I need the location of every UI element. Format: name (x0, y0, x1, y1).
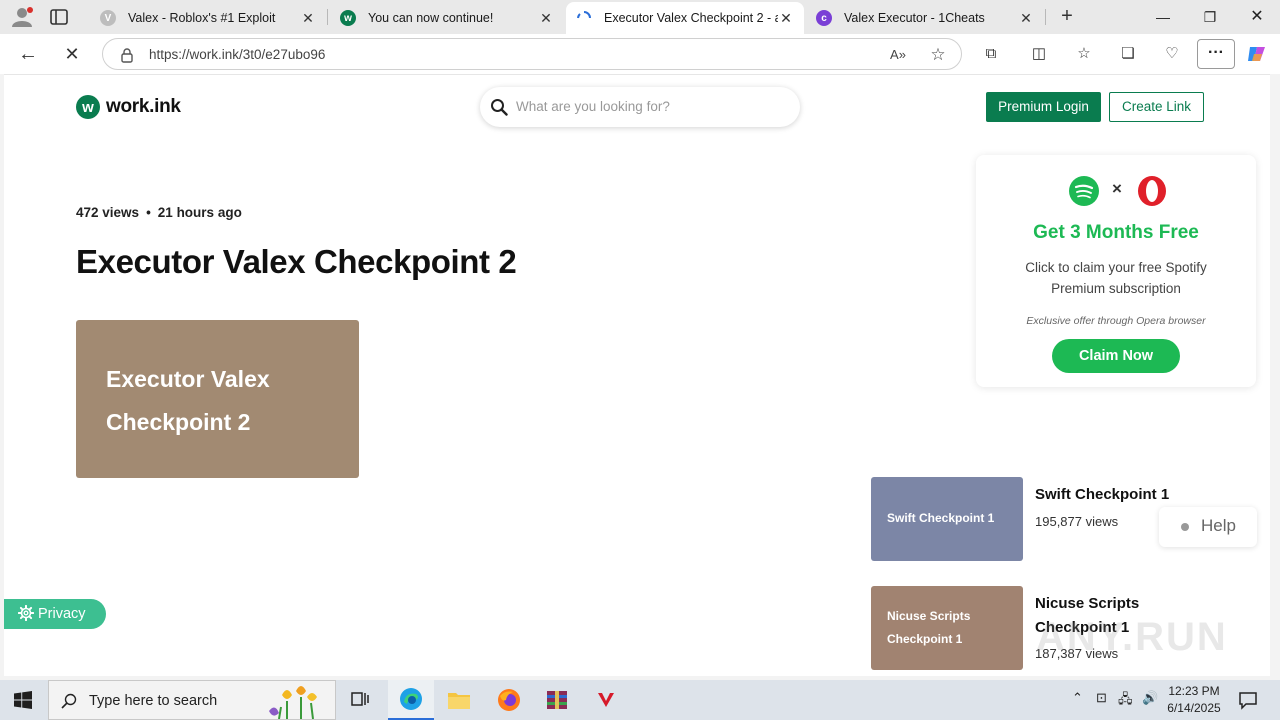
related-title[interactable]: Swift Checkpoint 1 (1035, 483, 1195, 507)
post-meta: 472 views • 21 hours ago (76, 205, 242, 220)
claim-now-button[interactable]: Claim Now (1052, 339, 1180, 373)
post-age: 21 hours ago (157, 205, 242, 220)
url-text[interactable]: https://work.ink/3t0/e27ubo96 (149, 47, 325, 62)
tab-title: Executor Valex Checkpoint 2 - at w (604, 11, 778, 25)
tab-executor-checkpoint[interactable]: Executor Valex Checkpoint 2 - at w ✕ (566, 2, 804, 34)
tab-title: You can now continue! (368, 11, 494, 25)
close-window-button[interactable]: ✕ (1246, 6, 1268, 28)
minimize-button[interactable]: — (1152, 6, 1174, 28)
favorite-star-icon[interactable]: ☆ (929, 46, 947, 64)
web-page: w work.ink What are you looking for? Pre… (4, 74, 1270, 676)
tab-title: Valex - Roblox's #1 Exploit (128, 11, 276, 25)
site-logo[interactable]: w work.ink (76, 95, 181, 119)
settings-more-button[interactable]: ··· (1197, 39, 1235, 69)
address-bar[interactable]: https://work.ink/3t0/e27ubo96 A» ☆ (102, 38, 962, 70)
browser-essentials-icon[interactable]: ♡ (1161, 43, 1183, 65)
view-count: 472 views (76, 205, 140, 220)
related-views: 195,877 views (1035, 514, 1119, 529)
tab-strip: V Valex - Roblox's #1 Exploit ✕ w You ca… (0, 0, 1280, 34)
tab-title: Valex Executor - 1Cheats (844, 11, 985, 25)
windows-start-icon[interactable] (14, 691, 32, 709)
file-explorer-icon[interactable] (436, 680, 482, 720)
clock-date: 6/14/2025 (1167, 701, 1221, 715)
taskbar: Type here to search ⌃ ⊡ 🖧 🔊 12:23 PM 6/1… (0, 680, 1280, 720)
valex-taskbar-icon[interactable] (583, 680, 629, 720)
tab-valex-exploit[interactable]: V Valex - Roblox's #1 Exploit ✕ (90, 2, 326, 34)
navigation-bar: ← ✕ https://work.ink/3t0/e27ubo96 A» ☆ ⧉… (0, 34, 1280, 74)
help-status-dot (1181, 523, 1189, 531)
tulips-decoration-icon (269, 686, 317, 719)
ad-body: Click to claim your free Spotify Premium… (1025, 260, 1207, 296)
help-button[interactable]: Help (1159, 507, 1257, 547)
restore-button[interactable]: ❐ (1199, 6, 1221, 28)
related-thumbnail[interactable]: Swift Checkpoint 1 (871, 477, 1023, 561)
post-thumbnail: Executor Valex Checkpoint 2 (76, 320, 359, 478)
tab-actions-icon[interactable] (48, 8, 72, 26)
show-hidden-icons[interactable]: ⌃ (1072, 690, 1083, 706)
taskbar-search-input[interactable]: Type here to search (48, 680, 336, 720)
page-title: Executor Valex Checkpoint 2 (76, 243, 517, 280)
premium-login-button[interactable]: Premium Login (986, 92, 1101, 122)
valex-favicon: V (100, 10, 116, 26)
extensions-icon[interactable]: ⧉ (980, 43, 1002, 65)
privacy-button[interactable]: Privacy (4, 599, 106, 629)
tab-continue[interactable]: w You can now continue! ✕ (330, 2, 564, 34)
site-info-icon[interactable] (119, 47, 135, 63)
back-button[interactable]: ← (16, 42, 40, 66)
logo-text: work.ink (106, 96, 181, 117)
edge-taskbar-icon[interactable] (388, 680, 434, 720)
split-screen-icon[interactable]: ◫ (1028, 43, 1050, 65)
workink-favicon: w (340, 10, 356, 26)
1cheats-favicon: c (816, 10, 832, 26)
help-label: Help (1201, 516, 1236, 535)
create-link-button[interactable]: Create Link (1109, 92, 1204, 122)
search-icon (61, 693, 77, 709)
workink-logo-icon: w (76, 95, 100, 119)
loading-spinner-icon (577, 11, 591, 19)
winrar-icon[interactable] (534, 680, 580, 720)
anyrun-watermark: ANY.RUN (1036, 615, 1228, 659)
meta-separator: • (146, 205, 151, 220)
copilot-icon[interactable] (1246, 43, 1268, 65)
privacy-label: Privacy (38, 606, 86, 622)
close-tab-icon[interactable]: ✕ (778, 10, 794, 27)
notifications-icon[interactable] (1238, 690, 1258, 710)
taskbar-search-text: Type here to search (89, 693, 218, 709)
tab-1cheats[interactable]: c Valex Executor - 1Cheats ✕ (806, 2, 1044, 34)
close-tab-icon[interactable]: ✕ (300, 10, 316, 27)
read-aloud-icon[interactable]: A» (889, 46, 907, 64)
gear-icon (18, 605, 34, 621)
opera-icon (1138, 176, 1166, 206)
task-view-icon[interactable] (337, 680, 383, 720)
network-icon[interactable]: 🖧 (1118, 690, 1133, 712)
related-thumb-text: Swift Checkpoint 1 (887, 511, 995, 525)
ad-headline: Get 3 Months Free (1033, 222, 1199, 243)
close-tab-icon[interactable]: ✕ (1018, 10, 1034, 27)
system-clock[interactable]: 12:23 PM 6/14/2025 (1162, 683, 1226, 717)
collections-icon[interactable]: ❏ (1117, 43, 1139, 65)
stop-loading-button[interactable]: ✕ (60, 42, 84, 66)
tab-separator (1045, 9, 1046, 25)
thumbnail-text: Executor Valex Checkpoint 2 (106, 366, 270, 435)
profile-icon[interactable] (10, 6, 34, 28)
favorites-icon[interactable]: ☆ (1073, 43, 1095, 65)
close-tab-icon[interactable]: ✕ (538, 10, 554, 27)
new-tab-button[interactable]: + (1056, 6, 1078, 28)
search-placeholder: What are you looking for? (516, 99, 670, 114)
search-icon (491, 99, 508, 116)
tab-separator (327, 9, 328, 25)
meet-now-icon[interactable]: ⊡ (1096, 690, 1107, 706)
firefox-icon[interactable] (486, 680, 532, 720)
related-thumbnail[interactable]: Nicuse Scripts Checkpoint 1 (871, 586, 1023, 670)
related-thumb-text: Nicuse Scripts Checkpoint 1 (887, 609, 971, 646)
ad-note: Exclusive offer through Opera browser (1026, 315, 1206, 327)
volume-icon[interactable]: 🔊 (1142, 690, 1158, 706)
search-input[interactable]: What are you looking for? (480, 87, 800, 127)
spotify-opera-ad[interactable]: × Get 3 Months Free Click to claim your … (976, 155, 1256, 387)
clock-time: 12:23 PM (1168, 684, 1220, 698)
spotify-icon (1069, 176, 1099, 206)
times-symbol: × (1112, 179, 1122, 198)
